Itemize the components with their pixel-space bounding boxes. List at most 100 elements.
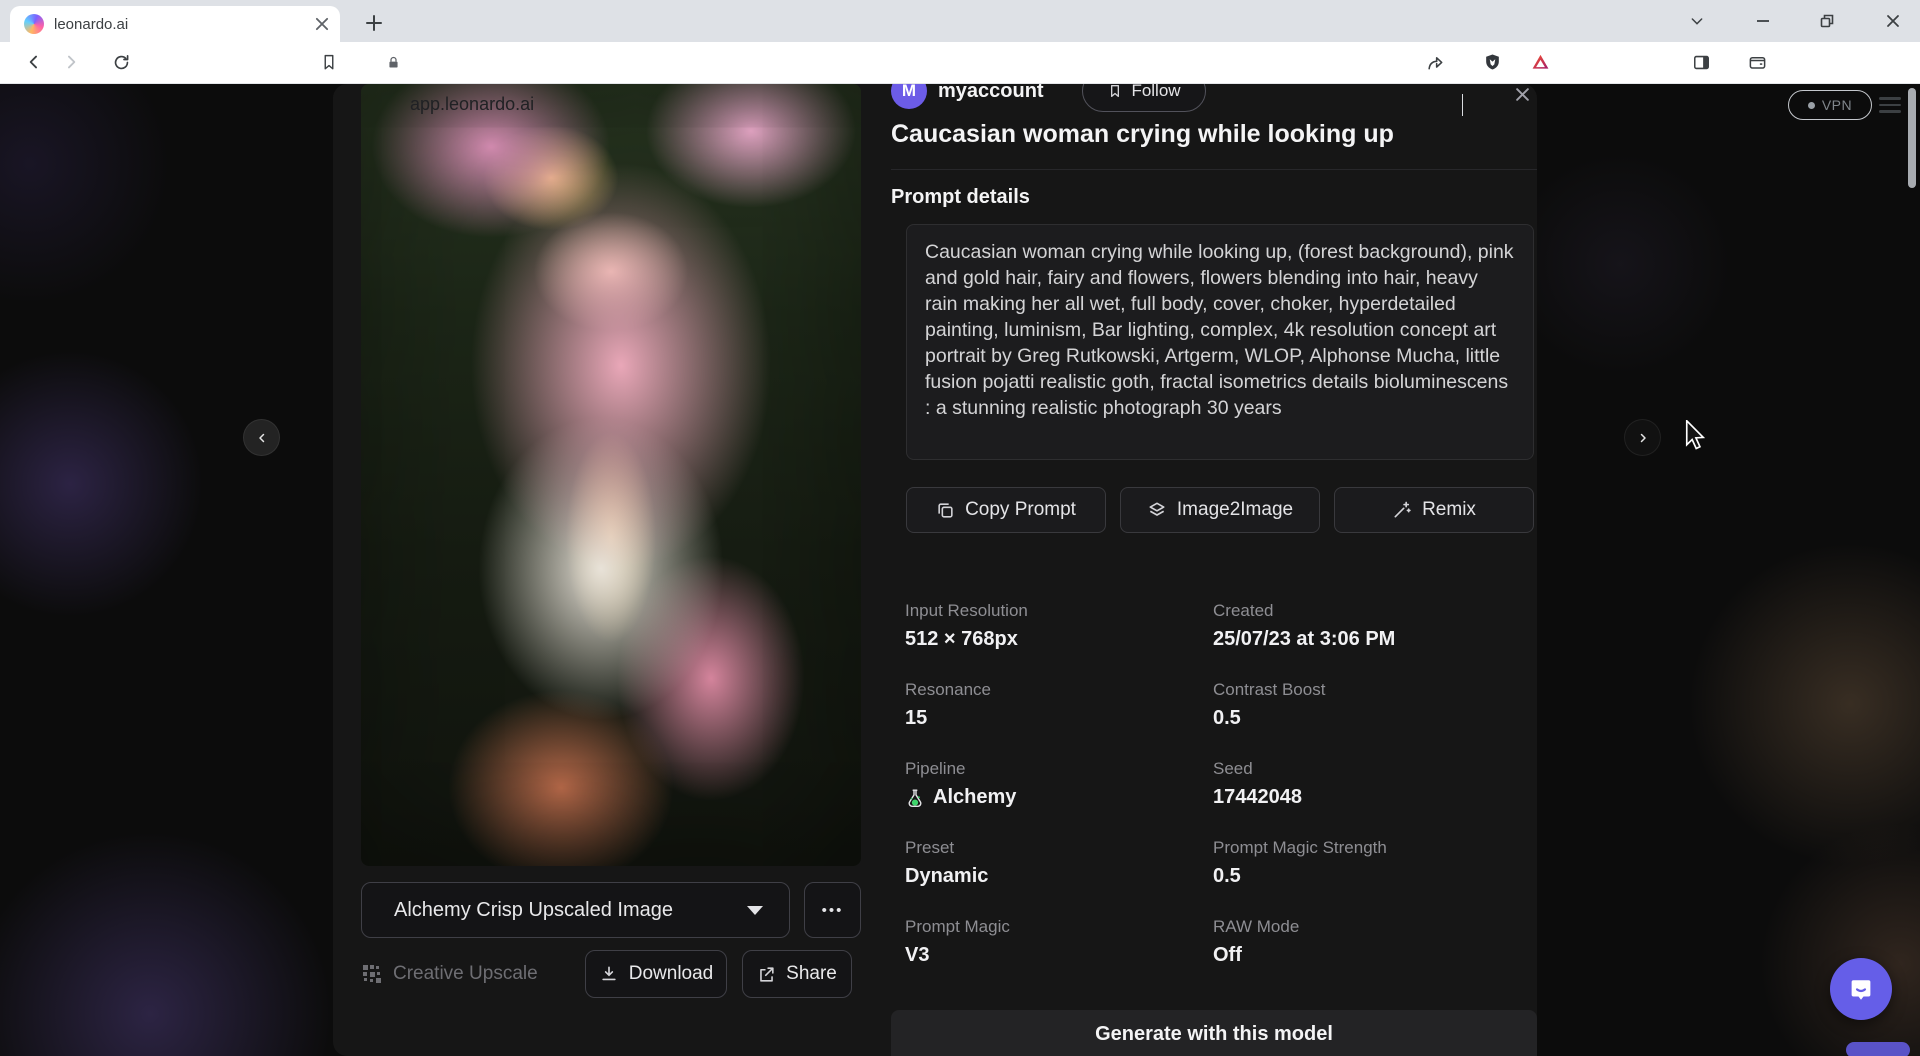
- close-icon: [1885, 13, 1901, 29]
- chat-bubble-icon: [1846, 974, 1876, 1004]
- avatar-initial: M: [902, 81, 916, 101]
- variant-dropdown[interactable]: Alchemy Crisp Upscaled Image: [361, 882, 790, 938]
- tab-search-button[interactable]: [1674, 0, 1720, 42]
- share-button[interactable]: Share: [742, 950, 852, 998]
- arrow-forward-icon: [61, 52, 81, 72]
- browser-tab-bar: leonardo.ai: [0, 0, 1920, 42]
- chevron-right-icon: [1637, 432, 1649, 444]
- chat-support-button[interactable]: [1830, 958, 1892, 1020]
- meta-resonance: Resonance 15: [905, 680, 1213, 730]
- meta-created: Created 25/07/23 at 3:06 PM: [1213, 601, 1545, 651]
- image-title: Caucasian woman crying while looking up: [891, 120, 1537, 149]
- download-icon: [599, 964, 619, 984]
- meta-raw-mode: RAW Mode Off: [1213, 917, 1545, 967]
- creative-upscale-label: Creative Upscale: [393, 963, 538, 985]
- browser-menu-button[interactable]: [1879, 93, 1901, 117]
- chevron-left-icon: [256, 432, 268, 444]
- upscale-grid-icon: [361, 963, 383, 985]
- vpn-label: VPN: [1822, 97, 1852, 113]
- follow-label: Follow: [1131, 81, 1180, 101]
- page-background: Alchemy Crisp Upscaled Image ••• Creativ…: [0, 84, 1920, 1056]
- divider: [891, 169, 1537, 170]
- meta-input-resolution: Input Resolution 512 × 768px: [905, 601, 1213, 651]
- prompt-details-heading: Prompt details: [891, 186, 1030, 209]
- cursor-arrow-icon: [1682, 420, 1708, 450]
- reload-button[interactable]: [106, 47, 136, 77]
- arrow-back-icon: [24, 52, 44, 72]
- copy-icon: [936, 501, 955, 520]
- window-minimize-button[interactable]: [1740, 0, 1786, 42]
- brave-shields-button[interactable]: [1477, 47, 1507, 77]
- alchemy-flask-icon: [905, 788, 925, 808]
- browser-toolbar: app.leonardo.ai VPN: [0, 42, 1920, 84]
- meta-preset: Preset Dynamic: [905, 838, 1213, 888]
- page-scrollbar-thumb[interactable]: [1908, 88, 1916, 188]
- url-address-text[interactable]: app.leonardo.ai: [410, 94, 534, 115]
- bookmark-this-tab-icon[interactable]: [314, 47, 344, 77]
- tab-title: leonardo.ai: [54, 16, 304, 33]
- reload-icon: [112, 53, 131, 72]
- magic-wand-icon: [1392, 500, 1412, 520]
- meta-prompt-magic-strength: Prompt Magic Strength 0.5: [1213, 838, 1545, 888]
- variant-dropdown-label: Alchemy Crisp Upscaled Image: [394, 899, 747, 922]
- prompt-text-box: Caucasian woman crying while looking up,…: [906, 224, 1534, 460]
- tab-close-icon[interactable]: [314, 16, 330, 32]
- metadata-grid: Input Resolution 512 × 768px Created 25/…: [905, 601, 1545, 967]
- sidebar-panel-icon: [1692, 53, 1711, 72]
- next-image-button[interactable]: [1624, 419, 1661, 456]
- download-button[interactable]: Download: [585, 950, 727, 998]
- toolbar-divider: [1462, 94, 1463, 116]
- copy-prompt-label: Copy Prompt: [965, 499, 1076, 521]
- creative-upscale-button[interactable]: Creative Upscale: [361, 950, 575, 998]
- modal-close-button[interactable]: [1510, 82, 1534, 106]
- more-options-button[interactable]: •••: [804, 882, 861, 938]
- generate-with-model-button[interactable]: Generate with this model: [891, 1010, 1537, 1056]
- new-tab-button[interactable]: [360, 9, 388, 37]
- prompt-actions-row: Copy Prompt Image2Image Remix: [906, 487, 1534, 533]
- chevron-down-icon: [1689, 13, 1705, 29]
- brave-rewards-button[interactable]: [1525, 47, 1555, 77]
- chevron-down-icon: [747, 906, 763, 915]
- screen: Alchemy Crisp Upscaled Image ••• Creativ…: [0, 0, 1920, 1056]
- vpn-status-dot: [1808, 102, 1815, 109]
- back-button[interactable]: [19, 47, 49, 77]
- generated-image[interactable]: [361, 84, 861, 866]
- share-page-button[interactable]: [1420, 47, 1450, 77]
- restore-icon: [1819, 13, 1835, 29]
- window-close-button[interactable]: [1870, 0, 1916, 42]
- bookmark-icon: [1107, 83, 1123, 99]
- download-label: Download: [629, 963, 714, 985]
- meta-seed: Seed 17442048: [1213, 759, 1545, 809]
- lock-icon: [386, 55, 401, 70]
- remix-label: Remix: [1422, 499, 1476, 521]
- plus-icon: [365, 14, 383, 32]
- bat-triangle-icon: [1530, 52, 1551, 72]
- share-icon: [757, 965, 776, 984]
- copy-prompt-button[interactable]: Copy Prompt: [906, 487, 1106, 533]
- image2image-label: Image2Image: [1177, 499, 1293, 521]
- meta-pipeline: Pipeline Alchemy: [905, 759, 1213, 809]
- previous-image-button[interactable]: [243, 419, 280, 456]
- forward-button[interactable]: [56, 47, 86, 77]
- vpn-button[interactable]: VPN: [1788, 90, 1872, 120]
- layers-icon: [1147, 500, 1167, 520]
- image2image-button[interactable]: Image2Image: [1120, 487, 1320, 533]
- meta-prompt-magic: Prompt Magic V3: [905, 917, 1213, 967]
- browser-tab[interactable]: leonardo.ai: [10, 6, 340, 42]
- meta-contrast-boost: Contrast Boost 0.5: [1213, 680, 1545, 730]
- minimize-icon: [1755, 13, 1771, 29]
- bookmark-icon: [320, 53, 338, 71]
- remix-button[interactable]: Remix: [1334, 487, 1534, 533]
- brave-wallet-button[interactable]: [1742, 47, 1772, 77]
- site-favicon: [24, 14, 44, 34]
- wallet-icon: [1748, 53, 1767, 72]
- site-security-lock-icon[interactable]: [382, 51, 404, 73]
- shield-icon: [1483, 52, 1502, 72]
- share-label: Share: [786, 963, 837, 985]
- mouse-cursor: [1682, 420, 1708, 450]
- sidebar-toggle-button[interactable]: [1686, 47, 1716, 77]
- window-restore-button[interactable]: [1804, 0, 1850, 42]
- background-blur-element: [1846, 1042, 1910, 1056]
- hamburger-icon: [1879, 97, 1901, 99]
- share-arrow-icon: [1425, 52, 1445, 72]
